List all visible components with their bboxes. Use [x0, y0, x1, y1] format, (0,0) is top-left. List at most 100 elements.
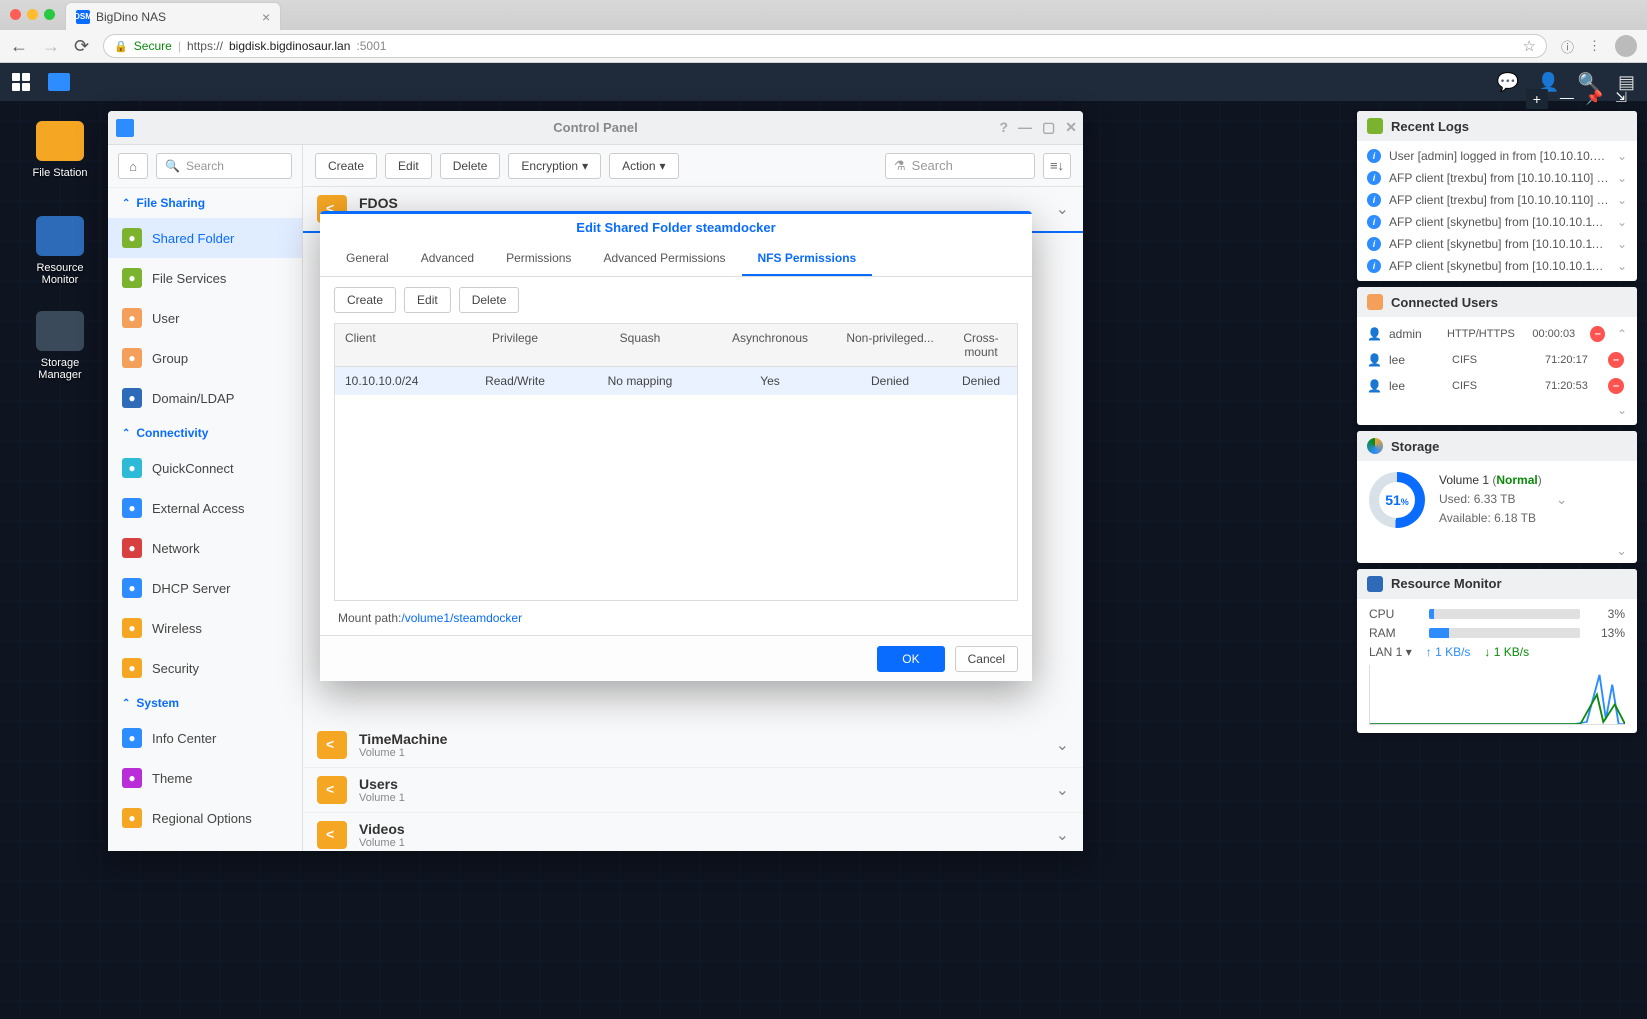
sidebar-item-label: External Access — [152, 501, 245, 516]
filter-icon: ⚗ — [894, 158, 906, 174]
create-button[interactable]: Create — [315, 153, 377, 179]
table-row[interactable]: 10.10.10.0/24 Read/Write No mapping Yes … — [335, 367, 1017, 395]
nfs-delete-button[interactable]: Delete — [459, 287, 520, 313]
dialog-tab[interactable]: Permissions — [490, 241, 587, 276]
log-row[interactable]: iAFP client [trexbu] from [10.10.10.110]… — [1357, 167, 1637, 189]
chevron-down-icon[interactable]: ⌄ — [1357, 399, 1637, 421]
widget-expand-icon[interactable]: ⇲ — [1615, 89, 1627, 109]
disconnect-button[interactable]: – — [1590, 326, 1605, 342]
dialog-tab[interactable]: NFS Permissions — [742, 241, 873, 276]
sidebar-item[interactable]: ●Regional Options — [108, 798, 302, 838]
log-row[interactable]: iUser [admin] logged in from [10.10.10.1… — [1357, 145, 1637, 167]
sidebar-item[interactable]: ●External Access — [108, 488, 302, 528]
nfs-create-button[interactable]: Create — [334, 287, 396, 313]
favicon: DSM — [76, 10, 90, 24]
sort-button[interactable]: ≡↓ — [1043, 153, 1071, 179]
chevron-down-icon[interactable]: ⌄ — [1056, 199, 1069, 219]
reload-button[interactable]: ⟳ — [74, 36, 89, 57]
sidebar-item-icon: ● — [122, 578, 142, 598]
forward-button[interactable]: → — [42, 36, 60, 57]
control-panel-taskbar-icon[interactable] — [48, 73, 70, 91]
delete-button[interactable]: Delete — [440, 153, 501, 179]
sidebar-item[interactable]: ●Wireless — [108, 608, 302, 648]
folder-row[interactable]: VideosVolume 1 ⌄ — [303, 813, 1083, 851]
back-button[interactable]: ← — [10, 36, 28, 57]
action-button[interactable]: Action ▾ — [609, 153, 678, 179]
category-file-sharing[interactable]: File Sharing — [108, 188, 302, 218]
ok-button[interactable]: OK — [877, 646, 944, 672]
folder-search[interactable]: ⚗ Search — [885, 153, 1035, 179]
window-titlebar[interactable]: Control Panel ? — ▢ ✕ — [108, 111, 1083, 145]
chevron-up-icon[interactable]: ⌃ — [1617, 327, 1627, 341]
chevron-down-icon[interactable]: ⌄ — [1617, 215, 1627, 229]
info-icon[interactable]: ⓘ — [1561, 37, 1574, 56]
desktop-icon[interactable]: Storage Manager — [20, 311, 100, 381]
profile-icon[interactable] — [1615, 35, 1637, 57]
log-row[interactable]: iAFP client [trexbu] from [10.10.10.110]… — [1357, 189, 1637, 211]
chevron-down-icon[interactable]: ⌄ — [1056, 780, 1069, 800]
chevron-down-icon[interactable]: ⌄ — [1617, 193, 1627, 207]
home-button[interactable]: ⌂ — [118, 153, 148, 179]
cancel-button[interactable]: Cancel — [955, 646, 1018, 672]
main-menu-icon[interactable] — [12, 73, 30, 91]
window-maximize[interactable] — [44, 9, 55, 20]
edit-button[interactable]: Edit — [385, 153, 432, 179]
folder-row[interactable]: UsersVolume 1 ⌄ — [303, 768, 1083, 813]
sidebar-item[interactable]: ●Shared Folder — [108, 218, 302, 258]
sidebar-item[interactable]: ●QuickConnect — [108, 448, 302, 488]
disconnect-button[interactable]: – — [1608, 352, 1624, 368]
log-row[interactable]: iAFP client [skynetbu] from [10.10.10.11… — [1357, 233, 1637, 255]
encryption-button[interactable]: Encryption ▾ — [508, 153, 601, 179]
minimize-icon[interactable]: — — [1018, 119, 1032, 136]
sidebar-item[interactable]: ●Domain/LDAP — [108, 378, 302, 418]
sidebar-item[interactable]: ●Info Center — [108, 718, 302, 758]
sidebar-search[interactable]: 🔍 Search — [156, 153, 292, 179]
chat-icon[interactable]: 💬 — [1497, 72, 1519, 93]
sidebar-item[interactable]: ●Group — [108, 338, 302, 378]
desktop-icon[interactable]: Resource Monitor — [20, 216, 100, 286]
bookmark-icon[interactable]: ☆ — [1523, 37, 1536, 55]
close-icon[interactable]: ✕ — [1065, 119, 1077, 136]
tab-close-icon[interactable]: × — [262, 9, 270, 25]
dialog-tab[interactable]: General — [330, 241, 405, 276]
dialog-tab[interactable]: Advanced Permissions — [587, 241, 741, 276]
sidebar-item[interactable]: ●Theme — [108, 758, 302, 798]
chevron-down-icon[interactable]: ⌄ — [1617, 259, 1627, 273]
widget-minimize-icon[interactable]: — — [1560, 89, 1574, 109]
resource-monitor-widget: Resource Monitor CPU 3% RAM 13% LAN 1 ▾ … — [1357, 569, 1637, 733]
chevron-down-icon[interactable]: ⌄ — [1357, 539, 1637, 563]
address-bar[interactable]: 🔒 Secure | https://bigdisk.bigdinosaur.l… — [103, 34, 1547, 58]
chevron-down-icon[interactable]: ⌄ — [1617, 237, 1627, 251]
maximize-icon[interactable]: ▢ — [1042, 119, 1055, 136]
lan-label[interactable]: LAN 1 ▾ — [1369, 645, 1412, 659]
chevron-down-icon[interactable]: ⌄ — [1056, 825, 1069, 845]
sidebar-item[interactable]: ●User — [108, 298, 302, 338]
category-system[interactable]: System — [108, 688, 302, 718]
log-row[interactable]: iAFP client [skynetbu] from [10.10.10.11… — [1357, 255, 1637, 277]
sidebar-item[interactable]: ●DHCP Server — [108, 568, 302, 608]
sidebar-item[interactable]: ●Security — [108, 648, 302, 688]
chevron-down-icon[interactable]: ⌄ — [1056, 735, 1069, 755]
log-text: AFP client [skynetbu] from [10.10.10.116… — [1389, 259, 1609, 273]
add-widget-button[interactable]: + — [1526, 89, 1548, 109]
sidebar-item[interactable]: ●Network — [108, 528, 302, 568]
folder-row[interactable]: TimeMachineVolume 1 ⌄ — [303, 723, 1083, 768]
browser-tab[interactable]: DSM BigDino NAS × — [65, 2, 281, 30]
widget-pin-icon[interactable]: 📌 — [1586, 89, 1603, 109]
ram-bar — [1429, 628, 1580, 638]
disconnect-button[interactable]: – — [1608, 378, 1624, 394]
help-icon[interactable]: ? — [999, 119, 1008, 136]
chevron-down-icon[interactable]: ⌄ — [1617, 171, 1627, 185]
sidebar-item-label: QuickConnect — [152, 461, 234, 476]
chevron-down-icon[interactable]: ⌄ — [1617, 149, 1627, 163]
log-row[interactable]: iAFP client [skynetbu] from [10.10.10.11… — [1357, 211, 1637, 233]
nfs-edit-button[interactable]: Edit — [404, 287, 451, 313]
window-close[interactable] — [10, 9, 21, 20]
category-connectivity[interactable]: Connectivity — [108, 418, 302, 448]
menu-icon[interactable]: ⋮ — [1588, 38, 1601, 54]
desktop-icon[interactable]: File Station — [20, 121, 100, 179]
chevron-down-icon[interactable]: ⌄ — [1556, 491, 1568, 508]
dialog-tab[interactable]: Advanced — [405, 241, 490, 276]
sidebar-item[interactable]: ●File Services — [108, 258, 302, 298]
window-minimize[interactable] — [27, 9, 38, 20]
